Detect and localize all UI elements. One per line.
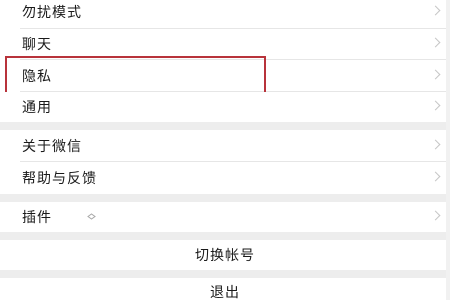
settings-screen: 勿扰模式 聊天 隐私 通用 关于微信 帮助与反馈 插件 切换帐号 退出 xyxy=(0,0,450,300)
highlight-box xyxy=(5,56,266,94)
settings-item-chat[interactable]: 聊天 xyxy=(0,29,450,59)
settings-item-plugins[interactable]: 插件 xyxy=(0,202,450,232)
logout-button[interactable]: 退出 xyxy=(0,278,450,300)
section-gap xyxy=(0,232,450,240)
plugin-icon xyxy=(87,213,96,220)
settings-item-do-not-disturb[interactable]: 勿扰模式 xyxy=(0,0,450,30)
section-gap xyxy=(0,122,450,130)
chevron-right-icon xyxy=(430,100,441,111)
settings-item-about-wechat[interactable]: 关于微信 xyxy=(0,130,450,161)
settings-item-label: 勿扰模式 xyxy=(22,5,82,21)
logout-label: 退出 xyxy=(210,285,240,300)
section-gap xyxy=(0,194,450,202)
section-gap xyxy=(0,270,450,278)
chevron-right-icon xyxy=(430,210,441,221)
chevron-right-icon xyxy=(430,5,441,16)
chevron-right-icon xyxy=(430,37,441,48)
settings-item-label: 插件 xyxy=(22,210,52,226)
settings-item-general[interactable]: 通用 xyxy=(0,92,450,122)
settings-item-label: 通用 xyxy=(22,100,52,116)
settings-item-help-feedback[interactable]: 帮助与反馈 xyxy=(0,162,450,194)
screen-edge xyxy=(446,0,450,300)
switch-account-label: 切换帐号 xyxy=(195,248,255,264)
chevron-right-icon xyxy=(430,171,441,182)
settings-item-label: 关于微信 xyxy=(22,138,82,155)
chevron-right-icon xyxy=(430,139,441,149)
chevron-right-icon xyxy=(430,69,441,79)
settings-item-label: 聊天 xyxy=(22,37,52,53)
settings-item-label: 帮助与反馈 xyxy=(22,171,97,187)
switch-account-button[interactable]: 切换帐号 xyxy=(0,240,450,270)
